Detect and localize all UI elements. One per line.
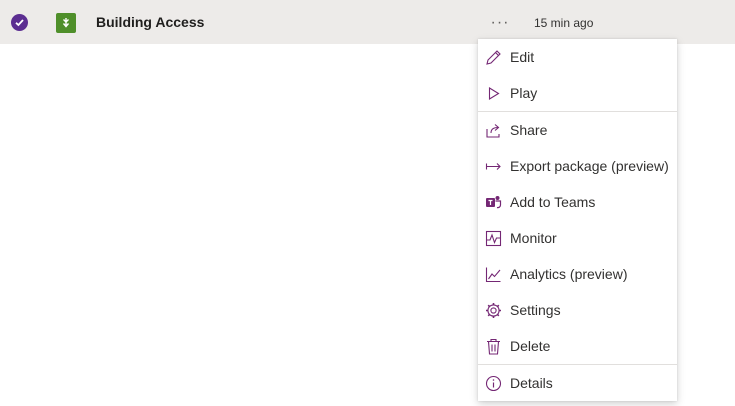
menu-item-label: Monitor bbox=[510, 230, 557, 246]
app-icon bbox=[56, 13, 76, 33]
menu-item-edit[interactable]: Edit bbox=[478, 39, 677, 75]
trash-icon bbox=[484, 337, 502, 355]
export-arrow-icon bbox=[484, 157, 502, 175]
selected-check-icon[interactable] bbox=[11, 14, 28, 31]
menu-item-settings[interactable]: Settings bbox=[478, 292, 677, 328]
menu-item-label: Share bbox=[510, 122, 548, 138]
menu-item-label: Analytics (preview) bbox=[510, 266, 628, 282]
menu-item-details[interactable]: Details bbox=[478, 365, 677, 401]
menu-item-label: Settings bbox=[510, 302, 561, 318]
app-name[interactable]: Building Access bbox=[96, 14, 204, 30]
info-icon bbox=[484, 374, 502, 392]
teams-icon bbox=[484, 193, 502, 211]
menu-item-label: Play bbox=[510, 85, 538, 101]
menu-item-label: Add to Teams bbox=[510, 194, 596, 210]
pencil-icon bbox=[484, 48, 502, 66]
share-icon bbox=[484, 121, 502, 139]
gear-icon bbox=[484, 301, 502, 319]
menu-item-label: Details bbox=[510, 375, 553, 391]
menu-item-add-to-teams[interactable]: Add to Teams bbox=[478, 184, 677, 220]
menu-item-delete[interactable]: Delete bbox=[478, 328, 677, 364]
menu-item-export-package[interactable]: Export package (preview) bbox=[478, 148, 677, 184]
more-options-button[interactable]: ··· bbox=[484, 10, 516, 36]
play-icon bbox=[484, 84, 502, 102]
menu-item-play[interactable]: Play bbox=[478, 75, 677, 111]
menu-item-label: Delete bbox=[510, 338, 551, 354]
monitor-icon bbox=[484, 229, 502, 247]
menu-item-label: Edit bbox=[510, 49, 535, 65]
menu-item-label: Export package (preview) bbox=[510, 158, 669, 174]
app-context-menu: Edit Play Share Export package (preview) bbox=[478, 39, 677, 401]
modified-time: 15 min ago bbox=[534, 16, 594, 30]
analytics-icon bbox=[484, 265, 502, 283]
menu-item-analytics[interactable]: Analytics (preview) bbox=[478, 256, 677, 292]
app-list-row[interactable]: Building Access ··· 15 min ago bbox=[0, 0, 735, 44]
menu-item-monitor[interactable]: Monitor bbox=[478, 220, 677, 256]
menu-item-share[interactable]: Share bbox=[478, 112, 677, 148]
